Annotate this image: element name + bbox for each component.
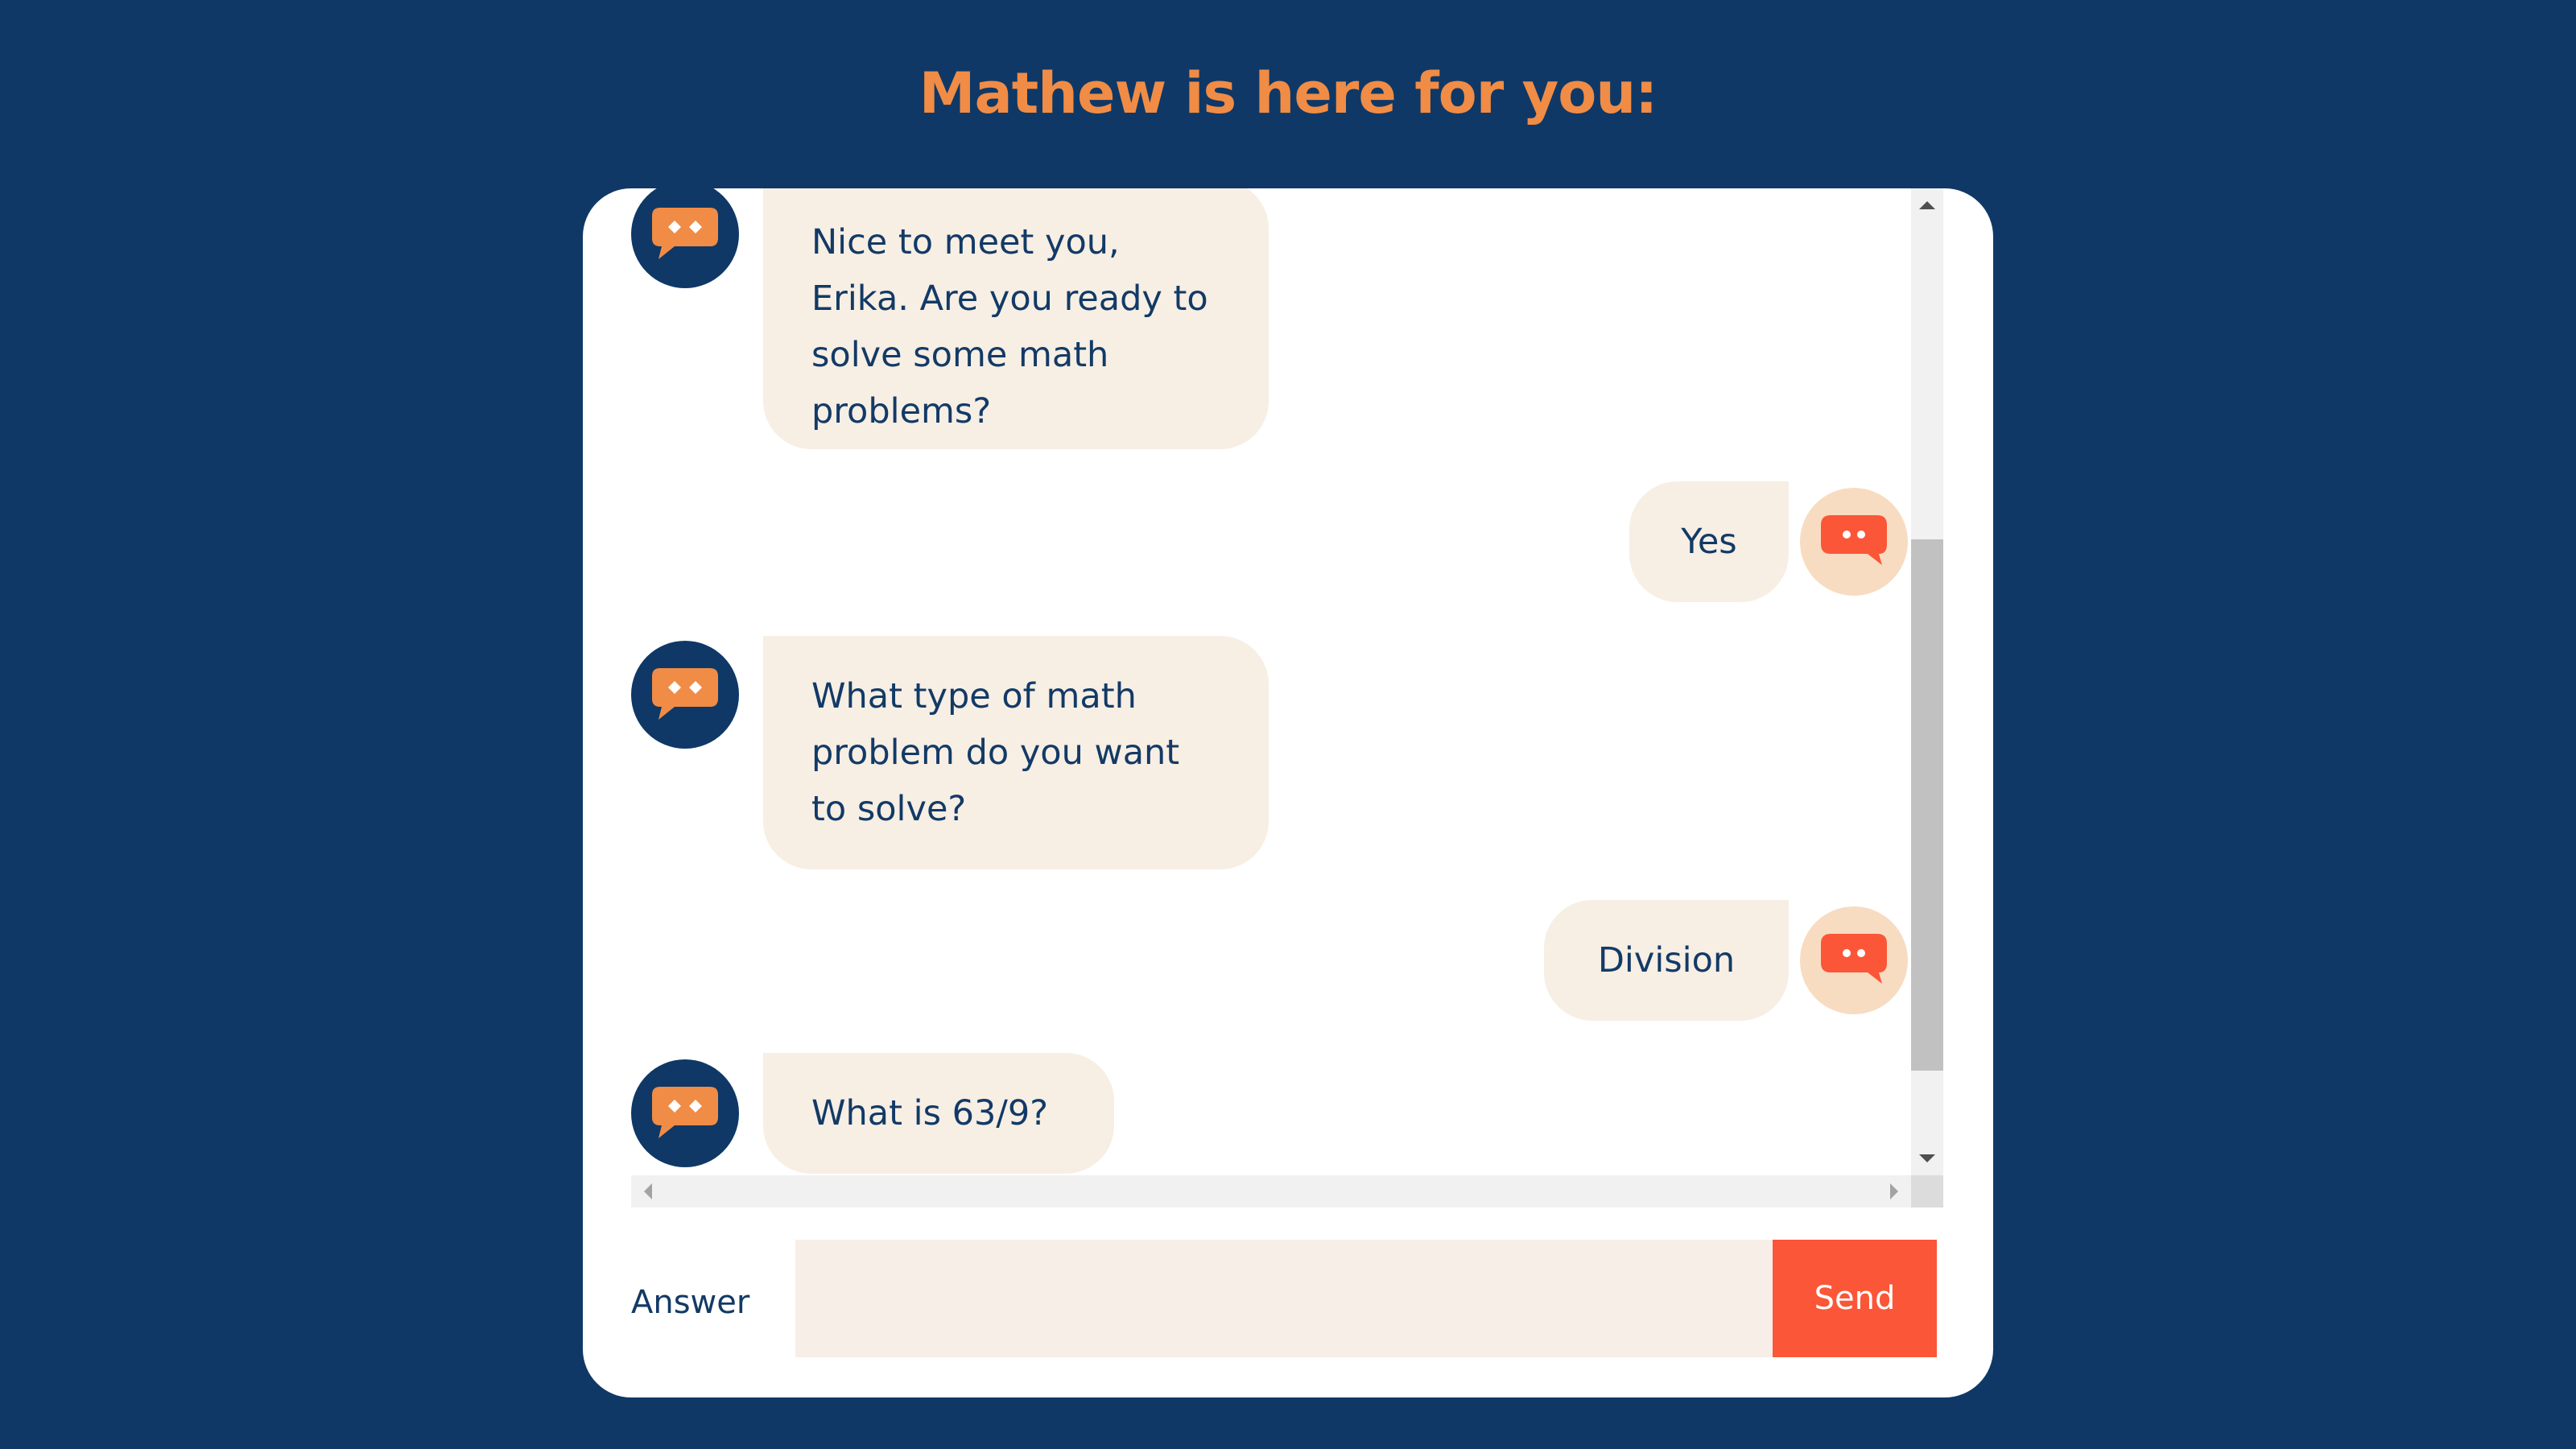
chat-bubble-icon [652,1087,718,1138]
chat-card: Nice to meet you, Erika. Are you ready t… [583,188,1993,1397]
message-bubble: Yes [1629,481,1789,602]
answer-label: Answer [631,1284,750,1321]
chat-bubble-icon [652,208,718,259]
user-avatar [1800,488,1908,596]
horizontal-scrollbar[interactable] [631,1175,1911,1208]
bot-avatar [631,1059,739,1167]
message-bubble: What is 63/9? [763,1053,1114,1174]
answer-input[interactable] [795,1240,1774,1357]
vertical-scrollbar[interactable] [1911,188,1943,1175]
page-title: Mathew is here for you: [919,60,1657,126]
chat-messages[interactable]: Nice to meet you, Erika. Are you ready t… [631,188,1913,1175]
bot-avatar [631,641,739,749]
message-bubble: What type of math problem do you want to… [763,636,1269,869]
page: Mathew is here for you: Nice to meet you… [0,0,2576,1449]
scroll-up-arrow-icon[interactable] [1919,201,1935,209]
chat-bubble-icon [1821,934,1887,984]
message-bubble: Division [1544,900,1789,1021]
user-avatar [1800,906,1908,1014]
chat-bubble-icon [652,668,718,720]
scroll-left-arrow-icon[interactable] [644,1183,652,1199]
scrollbar-corner [1911,1175,1943,1208]
scroll-down-arrow-icon[interactable] [1919,1154,1935,1162]
scroll-right-arrow-icon[interactable] [1890,1183,1898,1199]
scrollbar-thumb[interactable] [1911,539,1943,1071]
send-button[interactable]: Send [1773,1240,1937,1357]
bot-avatar [631,188,739,288]
chat-bubble-icon [1821,515,1887,565]
message-bubble: Nice to meet you, Erika. Are you ready t… [763,188,1269,449]
